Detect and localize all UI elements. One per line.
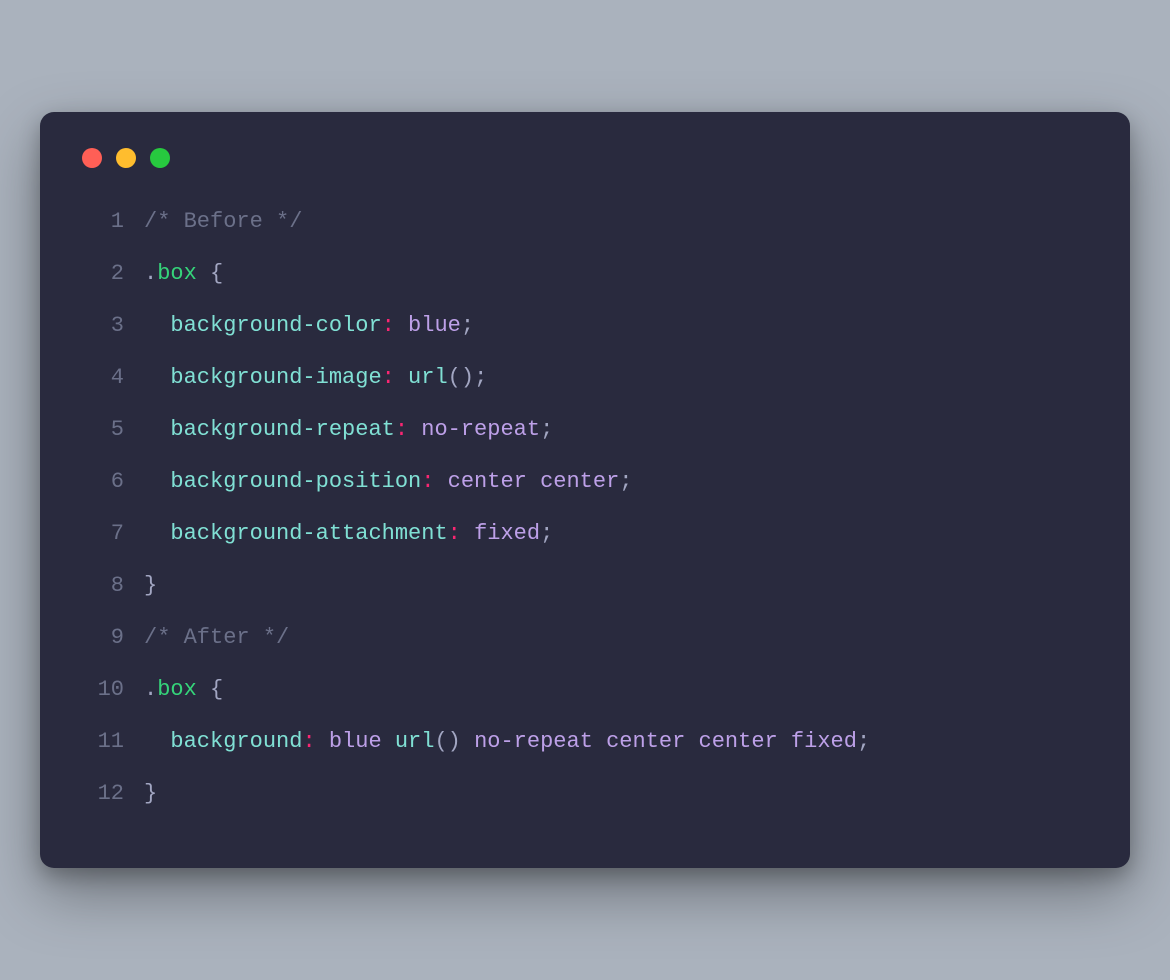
code-token bbox=[434, 469, 447, 494]
code-token: { bbox=[197, 677, 223, 702]
code-token: ; bbox=[857, 729, 870, 754]
code-token: background-image bbox=[170, 365, 381, 390]
code-line: 6 background-position: center center; bbox=[80, 456, 1090, 508]
line-number: 6 bbox=[80, 456, 144, 508]
code-token bbox=[144, 365, 170, 390]
line-number: 4 bbox=[80, 352, 144, 404]
code-token: blue bbox=[408, 313, 461, 338]
code-source: background-attachment: fixed; bbox=[144, 508, 1090, 560]
code-token bbox=[382, 729, 395, 754]
code-token: ; bbox=[619, 469, 632, 494]
code-token bbox=[144, 313, 170, 338]
code-token: no-repeat bbox=[421, 417, 540, 442]
code-token: box bbox=[157, 261, 197, 286]
line-number: 12 bbox=[80, 768, 144, 820]
code-token: : bbox=[382, 365, 395, 390]
code-token: background-color bbox=[170, 313, 381, 338]
code-token: box bbox=[157, 677, 197, 702]
code-token bbox=[316, 729, 329, 754]
code-source: background-repeat: no-repeat; bbox=[144, 404, 1090, 456]
code-token: ; bbox=[540, 417, 553, 442]
code-line: 3 background-color: blue; bbox=[80, 300, 1090, 352]
code-token bbox=[144, 521, 170, 546]
code-line: 8} bbox=[80, 560, 1090, 612]
code-source: } bbox=[144, 560, 1090, 612]
code-token: () bbox=[448, 365, 474, 390]
close-icon[interactable] bbox=[82, 148, 102, 168]
code-token bbox=[461, 729, 474, 754]
code-token bbox=[395, 313, 408, 338]
code-token bbox=[144, 469, 170, 494]
code-line: 7 background-attachment: fixed; bbox=[80, 508, 1090, 560]
code-token: : bbox=[395, 417, 408, 442]
code-source: /* Before */ bbox=[144, 196, 1090, 248]
code-source: background-position: center center; bbox=[144, 456, 1090, 508]
code-token: ; bbox=[540, 521, 553, 546]
code-line: 1/* Before */ bbox=[80, 196, 1090, 248]
code-line: 10.box { bbox=[80, 664, 1090, 716]
code-token: background-attachment bbox=[170, 521, 447, 546]
code-token: url bbox=[395, 729, 435, 754]
code-token: : bbox=[382, 313, 395, 338]
line-number: 7 bbox=[80, 508, 144, 560]
code-token: /* After */ bbox=[144, 625, 289, 650]
code-token: ; bbox=[461, 313, 474, 338]
code-token: url bbox=[408, 365, 448, 390]
code-token: /* Before */ bbox=[144, 209, 302, 234]
line-number: 8 bbox=[80, 560, 144, 612]
minimize-icon[interactable] bbox=[116, 148, 136, 168]
code-token: fixed bbox=[474, 521, 540, 546]
code-token: center center bbox=[448, 469, 620, 494]
code-line: 9/* After */ bbox=[80, 612, 1090, 664]
code-token bbox=[144, 729, 170, 754]
code-line: 11 background: blue url() no-repeat cent… bbox=[80, 716, 1090, 768]
code-token: background-repeat bbox=[170, 417, 394, 442]
code-token bbox=[395, 365, 408, 390]
line-number: 9 bbox=[80, 612, 144, 664]
code-token: : bbox=[421, 469, 434, 494]
code-source: } bbox=[144, 768, 1090, 820]
code-token bbox=[408, 417, 421, 442]
code-token: background bbox=[170, 729, 302, 754]
code-source: .box { bbox=[144, 664, 1090, 716]
line-number: 10 bbox=[80, 664, 144, 716]
code-source: background-image: url(); bbox=[144, 352, 1090, 404]
line-number: 2 bbox=[80, 248, 144, 300]
code-token: { bbox=[197, 261, 223, 286]
code-source: background-color: blue; bbox=[144, 300, 1090, 352]
code-token: ; bbox=[474, 365, 487, 390]
window-traffic-lights bbox=[82, 148, 1090, 168]
code-token: () bbox=[434, 729, 460, 754]
code-token: : bbox=[302, 729, 315, 754]
code-token: blue bbox=[329, 729, 382, 754]
code-line: 5 background-repeat: no-repeat; bbox=[80, 404, 1090, 456]
code-token: no-repeat center center fixed bbox=[474, 729, 857, 754]
code-window: 1/* Before */2.box {3 background-color: … bbox=[40, 112, 1130, 868]
code-token: : bbox=[448, 521, 461, 546]
line-number: 5 bbox=[80, 404, 144, 456]
code-line: 4 background-image: url(); bbox=[80, 352, 1090, 404]
zoom-icon[interactable] bbox=[150, 148, 170, 168]
line-number: 11 bbox=[80, 716, 144, 768]
code-token bbox=[461, 521, 474, 546]
code-token: . bbox=[144, 261, 157, 286]
line-number: 1 bbox=[80, 196, 144, 248]
code-token bbox=[144, 417, 170, 442]
code-token: } bbox=[144, 573, 157, 598]
code-source: background: blue url() no-repeat center … bbox=[144, 716, 1090, 768]
code-token: } bbox=[144, 781, 157, 806]
code-block: 1/* Before */2.box {3 background-color: … bbox=[80, 196, 1090, 820]
code-line: 2.box { bbox=[80, 248, 1090, 300]
code-source: /* After */ bbox=[144, 612, 1090, 664]
line-number: 3 bbox=[80, 300, 144, 352]
code-token: background-position bbox=[170, 469, 421, 494]
code-token: . bbox=[144, 677, 157, 702]
code-line: 12} bbox=[80, 768, 1090, 820]
code-source: .box { bbox=[144, 248, 1090, 300]
